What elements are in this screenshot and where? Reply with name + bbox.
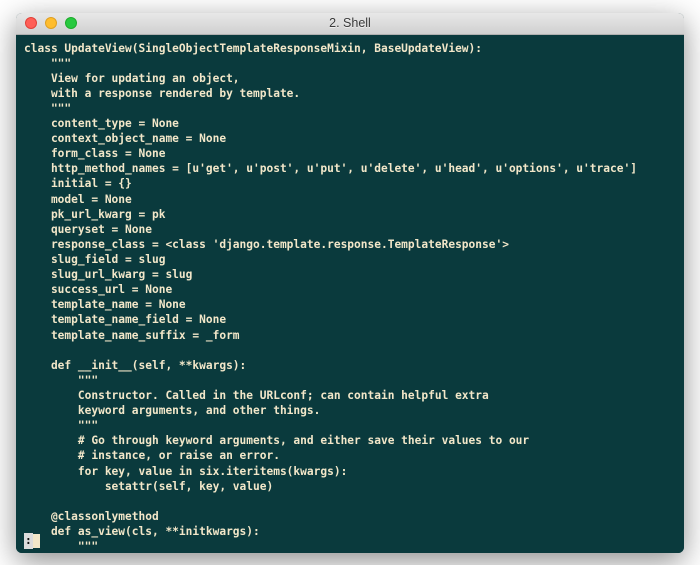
terminal-content[interactable]: class UpdateView(SingleObjectTemplateRes… [16,35,684,553]
minimize-icon[interactable] [45,17,57,29]
pager-prompt[interactable]: : [24,533,40,548]
pager-colon: : [24,533,33,548]
zoom-icon[interactable] [65,17,77,29]
traffic-lights [16,17,77,29]
cursor-icon [33,534,40,548]
window-title: 2. Shell [16,16,684,30]
terminal-window: 2. Shell class UpdateView(SingleObjectTe… [16,13,684,553]
titlebar[interactable]: 2. Shell [16,13,684,35]
close-icon[interactable] [25,17,37,29]
code-output: class UpdateView(SingleObjectTemplateRes… [24,41,676,553]
